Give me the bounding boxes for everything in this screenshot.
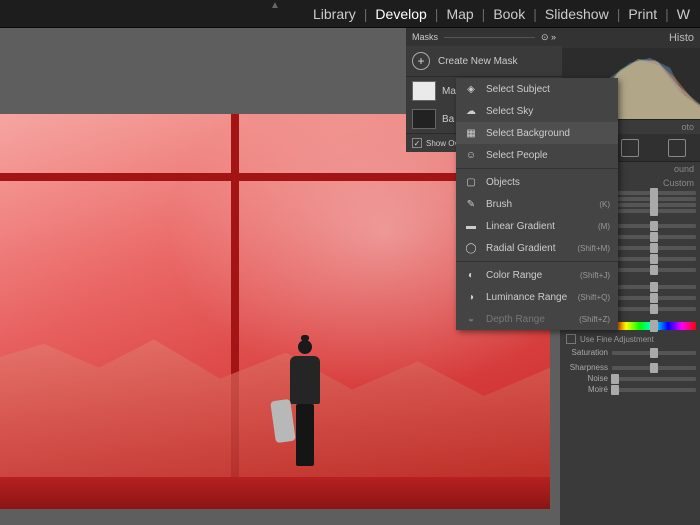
menu-select-background[interactable]: ▦ Select Background <box>456 122 618 144</box>
tab-develop[interactable]: Develop <box>371 6 430 22</box>
sc: (K) <box>599 200 610 209</box>
menu-radial-gradient[interactable]: ◯ Radial Gradient (Shift+M) <box>456 237 618 259</box>
create-label: Create New Mask <box>438 56 517 67</box>
overlay-label: Show Ov <box>426 139 458 148</box>
menu-luminance-range[interactable]: ◑ Luminance Range (Shift+Q) <box>456 286 618 308</box>
lbl: Brush <box>486 199 512 210</box>
objects-icon: ▢ <box>464 175 478 189</box>
radial-icon: ◯ <box>464 241 478 255</box>
sc: (Shift+J) <box>580 271 610 280</box>
fine-checkbox[interactable] <box>566 334 576 344</box>
fine-adjust-row[interactable]: Use Fine Adjustment <box>560 331 700 347</box>
arrow-up-icon: ▲ <box>270 0 280 11</box>
sharpness-label: Sharpness <box>564 363 608 372</box>
tab-print[interactable]: Print <box>624 6 661 22</box>
create-new-mask[interactable]: + Create New Mask <box>406 46 562 77</box>
lbl: Linear Gradient <box>486 221 555 232</box>
menu-select-sky[interactable]: ☁ Select Sky <box>456 100 618 122</box>
lbl: Objects <box>486 177 520 188</box>
person-legs <box>296 404 314 466</box>
person-head <box>298 340 312 354</box>
lbl: Select Background <box>486 128 570 139</box>
menu-divider <box>456 168 618 169</box>
background-icon: ▦ <box>464 126 478 140</box>
menu-divider <box>456 261 618 262</box>
plus-icon: + <box>412 52 430 70</box>
lbl: Depth Range <box>486 314 545 325</box>
masks-title: Masks <box>412 32 438 42</box>
mask-label-1: Ma <box>442 86 456 97</box>
brush-icon: ✎ <box>464 197 478 211</box>
masks-opts-icon[interactable]: ⊙ » <box>541 32 556 43</box>
lbl: Luminance Range <box>486 292 567 303</box>
slider-saturation[interactable]: Saturation <box>560 347 700 358</box>
fine-label: Use Fine Adjustment <box>580 335 654 344</box>
sep: | <box>360 6 372 22</box>
menu-color-range[interactable]: ◐ Color Range (Shift+J) <box>456 264 618 286</box>
subject-person <box>281 340 329 485</box>
overlay-checkbox[interactable]: ✓ <box>412 138 422 148</box>
module-tabs: Library| Develop| Map| Book| Slideshow| … <box>309 6 700 22</box>
person-torso <box>290 356 320 404</box>
histogram-label: Histo <box>669 32 694 44</box>
tab-book[interactable]: Book <box>489 6 529 22</box>
linear-icon: ▬ <box>464 219 478 233</box>
floor <box>0 477 550 509</box>
slider-moire[interactable]: Moiré <box>560 384 700 395</box>
tab-library[interactable]: Library <box>309 6 360 22</box>
mask-type-menu: ◈ Select Subject ☁ Select Sky ▦ Select Back… <box>456 78 618 330</box>
lbl: Radial Gradient <box>486 243 555 254</box>
masks-divider <box>444 37 535 38</box>
histogram-header[interactable]: Histo <box>560 28 700 48</box>
sep: | <box>431 6 443 22</box>
heal-icon[interactable] <box>621 139 639 157</box>
sky-icon: ☁ <box>464 104 478 118</box>
mask-thumb-1 <box>412 81 436 101</box>
mask-label-2: Ba <box>442 114 454 125</box>
sc: (Shift+Z) <box>579 315 610 324</box>
subject-icon: ◈ <box>464 82 478 96</box>
slider-sharpness[interactable]: Sharpness <box>560 362 700 373</box>
sep: | <box>613 6 625 22</box>
saturation-label: Saturation <box>564 348 608 357</box>
menu-linear-gradient[interactable]: ▬ Linear Gradient (M) <box>456 215 618 237</box>
top-bar: Library| Develop| Map| Book| Slideshow| … <box>0 0 700 28</box>
menu-objects[interactable]: ▢ Objects <box>456 171 618 193</box>
noise-label: Noise <box>564 374 608 383</box>
lbl: Select Sky <box>486 106 533 117</box>
color-icon: ◐ <box>464 268 478 282</box>
depth-icon: ◒ <box>464 312 478 326</box>
tab-web[interactable]: W <box>673 6 694 22</box>
menu-select-people[interactable]: ☺ Select People <box>456 144 618 166</box>
sc: (Shift+Q) <box>578 293 610 302</box>
lum-icon: ◑ <box>464 290 478 304</box>
lbl: Color Range <box>486 270 542 281</box>
slider-noise[interactable]: Noise <box>560 373 700 384</box>
menu-depth-range: ◒ Depth Range (Shift+Z) <box>456 308 618 330</box>
people-icon: ☺ <box>464 148 478 162</box>
sc: (M) <box>598 222 610 231</box>
mask-icon[interactable] <box>668 139 686 157</box>
mask-thumb-2 <box>412 109 436 129</box>
sep: | <box>529 6 541 22</box>
lbl: Select People <box>486 150 548 161</box>
moire-label: Moiré <box>564 385 608 394</box>
sep: | <box>478 6 490 22</box>
lbl: Select Subject <box>486 84 550 95</box>
sep: | <box>661 6 673 22</box>
masks-header[interactable]: Masks ⊙ » <box>406 28 562 46</box>
sc: (Shift+M) <box>577 244 610 253</box>
tab-slideshow[interactable]: Slideshow <box>541 6 613 22</box>
menu-select-subject[interactable]: ◈ Select Subject <box>456 78 618 100</box>
menu-brush[interactable]: ✎ Brush (K) <box>456 193 618 215</box>
tab-map[interactable]: Map <box>442 6 477 22</box>
